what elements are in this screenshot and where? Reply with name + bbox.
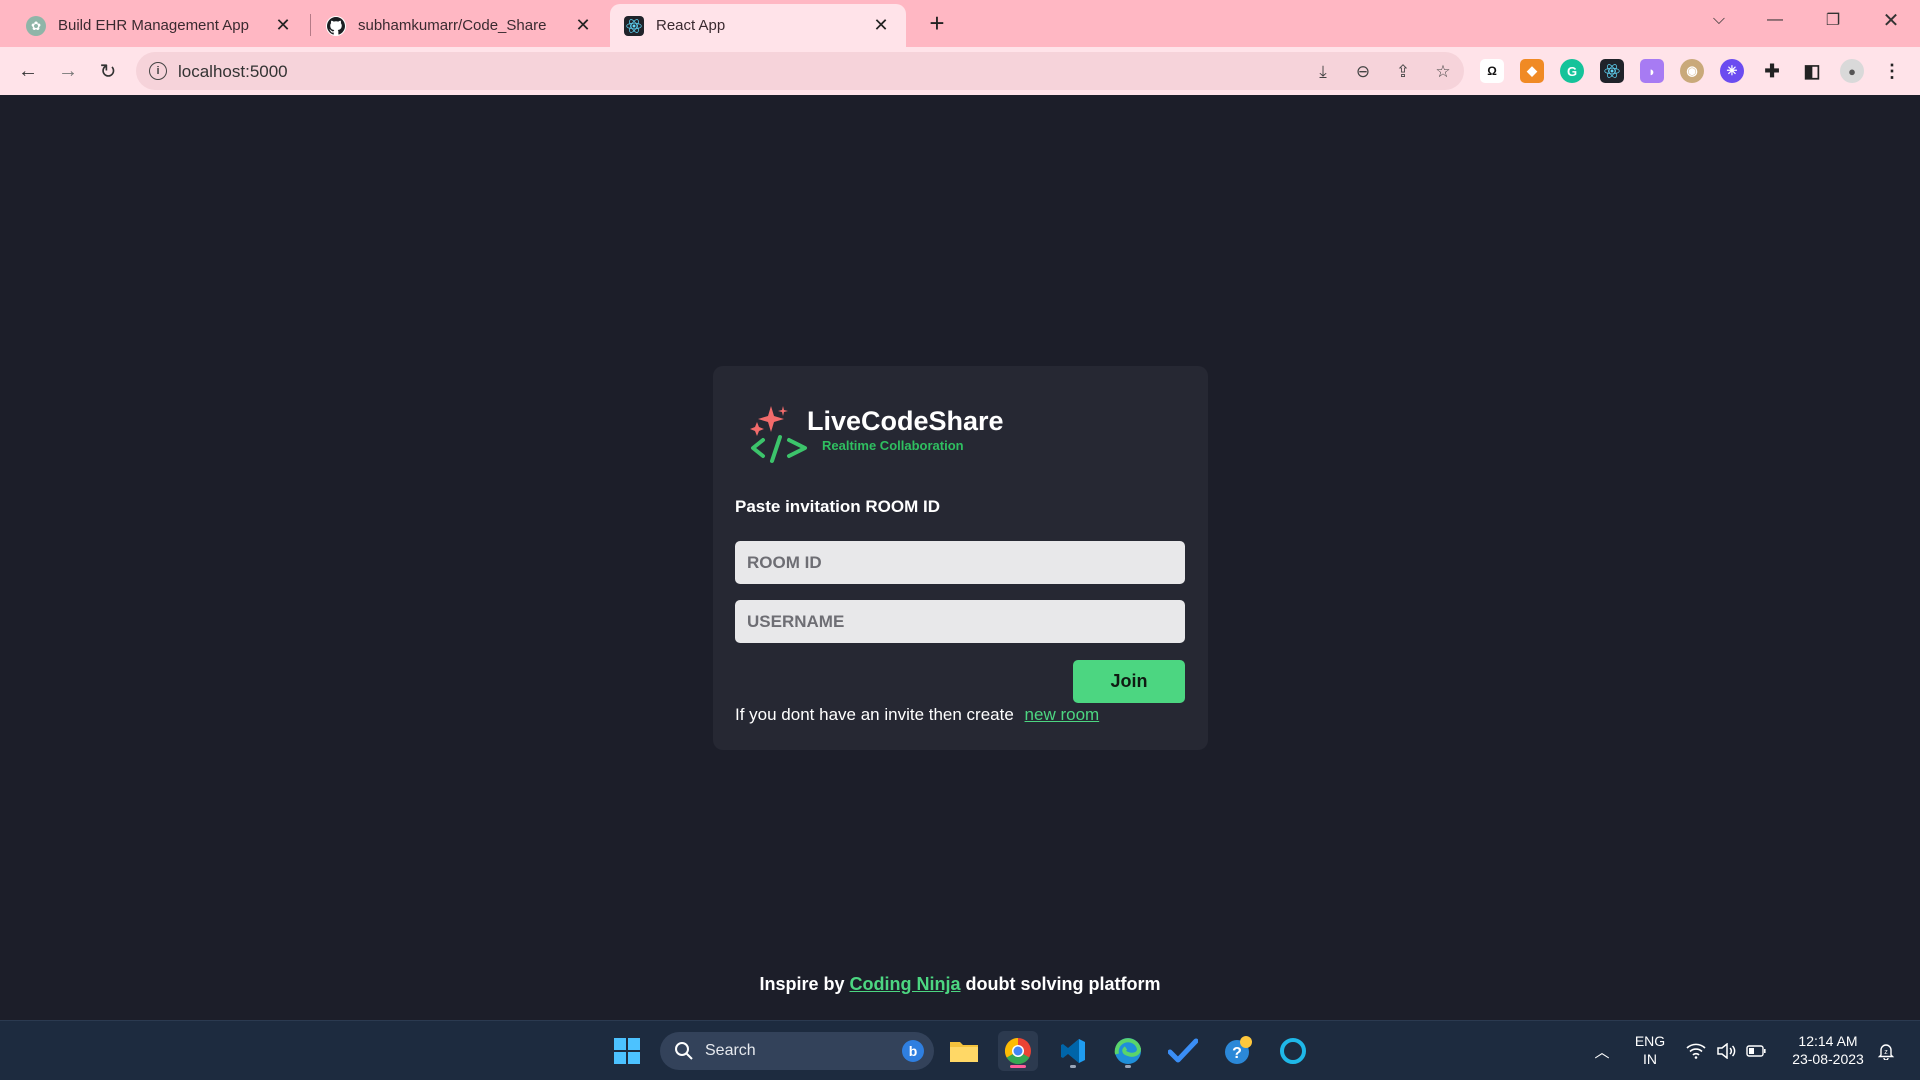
create-room-line: If you dont have an invite then create n… — [735, 705, 1099, 725]
back-arrow-icon[interactable]: ← — [14, 57, 42, 85]
notifications-bell-icon[interactable]: z — [1876, 1041, 1896, 1061]
tab-build-ehr[interactable]: ✿ Build EHR Management App ✕ — [12, 4, 308, 47]
share-icon[interactable]: ⇪ — [1392, 61, 1414, 83]
livecodeshare-logo-icon — [750, 406, 807, 463]
clock-time: 12:14 AM — [1798, 1033, 1858, 1049]
tab-react-app[interactable]: React App ✕ — [610, 4, 906, 47]
footer-suffix: doubt solving platform — [965, 974, 1161, 994]
create-room-text: If you dont have an invite then create — [735, 705, 1014, 724]
tab-title: subhamkumarr/Code_Share — [358, 17, 547, 34]
close-tab-icon[interactable]: ✕ — [572, 15, 594, 37]
close-window-icon[interactable]: ✕ — [1868, 4, 1914, 36]
minimize-icon[interactable]: — — [1752, 4, 1798, 36]
brand-subtitle: Realtime Collaboration — [822, 438, 964, 453]
address-url[interactable]: localhost:5000 — [178, 62, 288, 82]
owl-extension-icon[interactable]: ◉ — [1680, 59, 1704, 83]
zoom-out-icon[interactable]: ⊖ — [1352, 61, 1374, 83]
active-app-indicator — [1010, 1065, 1026, 1068]
username-input[interactable] — [735, 600, 1185, 643]
language-code: ENG — [1634, 1033, 1666, 1049]
new-room-link[interactable]: new room — [1025, 705, 1100, 724]
invite-label: Paste invitation ROOM ID — [735, 497, 940, 516]
todo-check-icon[interactable] — [1163, 1031, 1203, 1071]
taskbar-search-label: Search — [705, 1042, 756, 1059]
volume-icon[interactable] — [1716, 1041, 1736, 1061]
page-footer: Inspire by Coding Ninja doubt solving pl… — [0, 974, 1920, 995]
svg-text:?: ? — [1232, 1045, 1242, 1062]
region-code: IN — [1643, 1051, 1657, 1067]
brand-title: LiveCodeShare — [807, 406, 1004, 436]
react-devtools-icon[interactable] — [1600, 59, 1624, 83]
tab-separator — [310, 14, 311, 36]
address-bar[interactable]: i localhost:5000 ⤓ ⊖ ⇪ ☆ — [136, 52, 1464, 90]
coding-ninja-link[interactable]: Coding Ninja — [850, 974, 961, 994]
tab-title: React App — [656, 17, 726, 34]
cortana-icon[interactable] — [1273, 1031, 1313, 1071]
running-app-indicator — [1125, 1065, 1131, 1068]
wifi-icon[interactable] — [1686, 1041, 1706, 1061]
install-app-icon[interactable]: ⤓ — [1312, 61, 1334, 83]
site-info-icon[interactable]: i — [149, 62, 167, 80]
extensions-puzzle-icon[interactable]: ✚ — [1760, 59, 1784, 83]
more-menu-icon[interactable]: ⋮ — [1880, 59, 1904, 83]
search-icon — [675, 1042, 693, 1060]
tab-github[interactable]: subhamkumarr/Code_Share ✕ — [312, 4, 608, 47]
browser-tab-strip: ✿ Build EHR Management App ✕ subhamkumar… — [0, 0, 1920, 47]
bookmark-star-icon[interactable]: ☆ — [1432, 61, 1454, 83]
sparkle-extension-icon[interactable]: ✳ — [1720, 59, 1744, 83]
color-picker-extension-icon[interactable]: ◗ — [1640, 59, 1664, 83]
get-help-icon[interactable]: ? — [1218, 1031, 1258, 1071]
join-button[interactable]: Join — [1073, 660, 1185, 703]
reload-icon[interactable]: ↻ — [94, 57, 122, 85]
grammarly-icon[interactable]: G — [1560, 59, 1584, 83]
file-explorer-icon[interactable] — [944, 1031, 984, 1071]
clock-date: 23-08-2023 — [1792, 1051, 1864, 1067]
chatgpt-icon: ✿ — [26, 15, 46, 36]
tab-title: Build EHR Management App — [58, 17, 249, 34]
side-panel-icon[interactable]: ◧ — [1800, 59, 1824, 83]
new-tab-plus-icon[interactable]: + — [922, 8, 952, 38]
forward-arrow-icon[interactable]: → — [54, 57, 82, 85]
join-room-card: LiveCodeShare Realtime Collaboration Pas… — [713, 366, 1208, 750]
clock[interactable]: 12:14 AM 23-08-2023 — [1782, 1032, 1874, 1068]
footer-prefix: Inspire by — [759, 974, 845, 994]
battery-icon[interactable] — [1746, 1041, 1766, 1061]
tab-search-chevron-icon[interactable]: ⌵ — [1696, 4, 1742, 36]
profile-avatar-icon[interactable]: ● — [1840, 59, 1864, 83]
show-hidden-icons-chevron-icon[interactable]: ︿ — [1592, 1041, 1612, 1061]
vscode-icon[interactable] — [1053, 1031, 1093, 1071]
close-tab-icon[interactable]: ✕ — [870, 15, 892, 37]
github-icon — [326, 15, 346, 36]
room-id-input[interactable] — [735, 541, 1185, 584]
taskbar-search[interactable]: Search b — [660, 1032, 934, 1070]
running-app-indicator — [1070, 1065, 1076, 1068]
windows-taskbar: Search b ? ︿ ENG IN 12:14 AM 23-08-2023 — [0, 1020, 1920, 1080]
close-tab-icon[interactable]: ✕ — [272, 15, 294, 37]
omega-extension-icon[interactable]: Ω — [1480, 59, 1504, 83]
svg-text:z: z — [1884, 1049, 1888, 1056]
edge-icon[interactable] — [1108, 1031, 1148, 1071]
metamask-fox-icon[interactable]: ◆ — [1520, 59, 1544, 83]
browser-toolbar: ← → ↻ i localhost:5000 ⤓ ⊖ ⇪ ☆ Ω ◆ G ◗ ◉… — [0, 47, 1920, 95]
windows-start-icon[interactable] — [607, 1031, 647, 1071]
chrome-icon[interactable] — [998, 1031, 1038, 1071]
input-language-indicator[interactable]: ENG IN — [1626, 1032, 1674, 1068]
restore-icon[interactable]: ❐ — [1810, 4, 1856, 36]
bing-icon[interactable]: b — [902, 1040, 924, 1062]
react-icon — [624, 15, 644, 36]
